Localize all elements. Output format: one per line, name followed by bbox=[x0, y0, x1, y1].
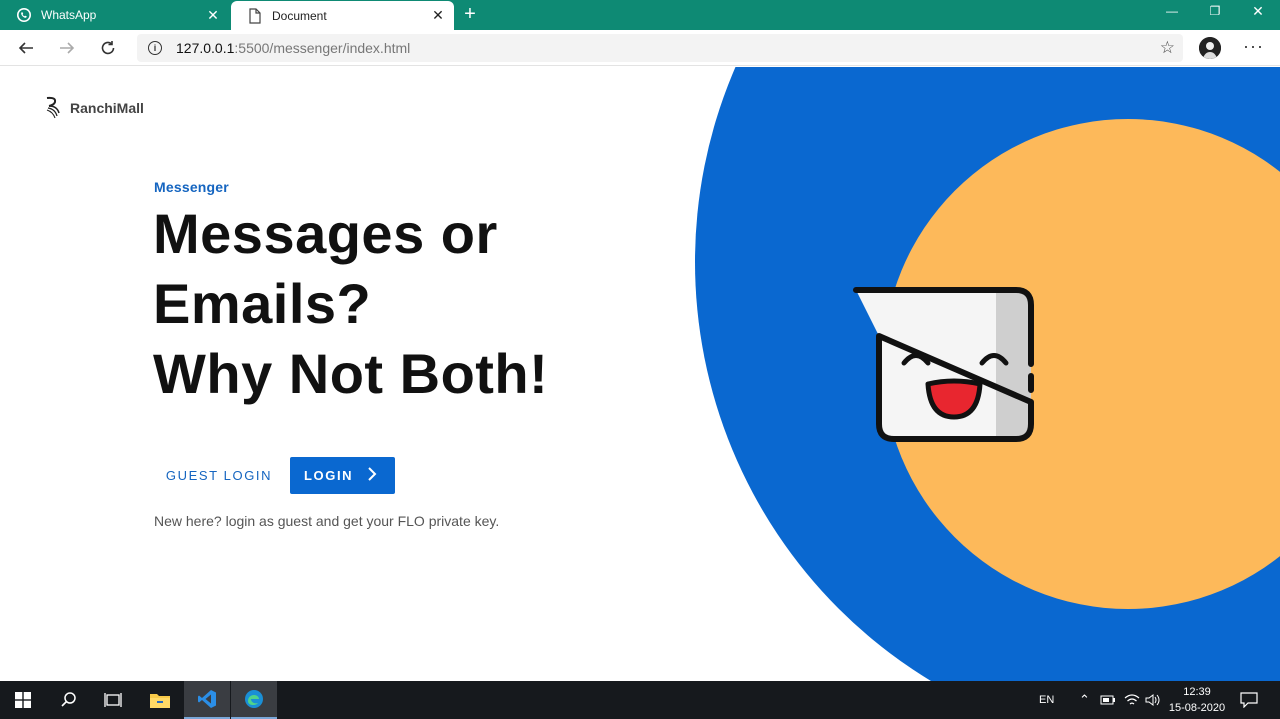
vscode-icon[interactable] bbox=[184, 681, 230, 719]
restore-button[interactable]: ❐ bbox=[1193, 0, 1237, 22]
hero-headline: Messages or Emails? Why Not Both! bbox=[153, 199, 673, 409]
minimize-button[interactable]: — bbox=[1150, 0, 1194, 22]
headline-line: Messages or bbox=[153, 202, 498, 265]
windows-taskbar: EN ⌃ 12:39 15-08-2020 bbox=[0, 681, 1280, 719]
forward-arrow-icon[interactable] bbox=[54, 36, 80, 60]
chevron-up-icon[interactable]: ⌃ bbox=[1079, 681, 1090, 719]
favorite-star-icon[interactable]: ☆ bbox=[1160, 38, 1175, 58]
browser-toolbar: i 127.0.0.1 :5500/messenger/index.html ☆… bbox=[0, 30, 1280, 66]
close-window-button[interactable]: ✕ bbox=[1236, 0, 1280, 22]
system-clock[interactable]: 12:39 15-08-2020 bbox=[1168, 684, 1226, 716]
url-path: :5500/messenger/index.html bbox=[234, 40, 411, 56]
more-options-icon[interactable]: ··· bbox=[1243, 36, 1264, 57]
tab-title: Document bbox=[272, 8, 327, 23]
section-eyebrow: Messenger bbox=[154, 179, 229, 195]
tab-close-icon[interactable]: ✕ bbox=[205, 7, 221, 23]
battery-icon[interactable] bbox=[1100, 681, 1116, 719]
login-label: LOGIN bbox=[304, 468, 354, 483]
guest-login-button[interactable]: GUEST LOGIN bbox=[154, 457, 284, 494]
refresh-icon[interactable] bbox=[95, 36, 121, 60]
tab-close-icon[interactable]: ✕ bbox=[430, 7, 446, 24]
back-arrow-icon[interactable] bbox=[13, 36, 39, 60]
page-content: RanchiMall Messenger Messages or Emails?… bbox=[0, 67, 1280, 681]
url-host: 127.0.0.1 bbox=[176, 40, 235, 56]
volume-icon[interactable] bbox=[1145, 681, 1161, 719]
brand-logo[interactable]: RanchiMall bbox=[44, 96, 144, 120]
browser-titlebar: WhatsApp ✕ Document ✕ + — ❐ ✕ bbox=[0, 0, 1280, 30]
new-tab-button[interactable]: + bbox=[460, 4, 480, 25]
wifi-icon[interactable] bbox=[1124, 681, 1140, 719]
file-explorer-icon[interactable] bbox=[137, 681, 183, 719]
site-info-icon[interactable]: i bbox=[148, 41, 162, 55]
tab-whatsapp[interactable]: WhatsApp ✕ bbox=[0, 0, 229, 30]
chevron-right-icon bbox=[367, 466, 377, 485]
headline-line: Emails? bbox=[153, 272, 372, 335]
clock-date: 15-08-2020 bbox=[1168, 702, 1226, 714]
brand-name: RanchiMall bbox=[70, 100, 144, 116]
whatsapp-icon bbox=[16, 7, 32, 23]
ranchimall-logo-icon bbox=[46, 96, 60, 119]
document-icon bbox=[247, 7, 263, 24]
windows-start-icon[interactable] bbox=[0, 681, 46, 719]
clock-time: 12:39 bbox=[1183, 686, 1211, 698]
edge-icon[interactable] bbox=[231, 681, 277, 719]
address-bar[interactable]: i 127.0.0.1 :5500/messenger/index.html ☆ bbox=[137, 34, 1183, 62]
task-view-icon[interactable] bbox=[90, 681, 136, 719]
notifications-icon[interactable] bbox=[1240, 681, 1258, 719]
tab-document[interactable]: Document ✕ bbox=[231, 1, 454, 30]
profile-avatar[interactable] bbox=[1199, 37, 1221, 59]
headline-line: Why Not Both! bbox=[153, 342, 549, 405]
smiling-chat-bubble-illustration bbox=[853, 287, 1034, 442]
language-indicator[interactable]: EN bbox=[1039, 681, 1054, 719]
guest-hint-text: New here? login as guest and get your FL… bbox=[154, 513, 500, 529]
login-button[interactable]: LOGIN bbox=[290, 457, 395, 494]
tab-title: WhatsApp bbox=[41, 8, 97, 22]
search-icon[interactable] bbox=[46, 681, 92, 719]
